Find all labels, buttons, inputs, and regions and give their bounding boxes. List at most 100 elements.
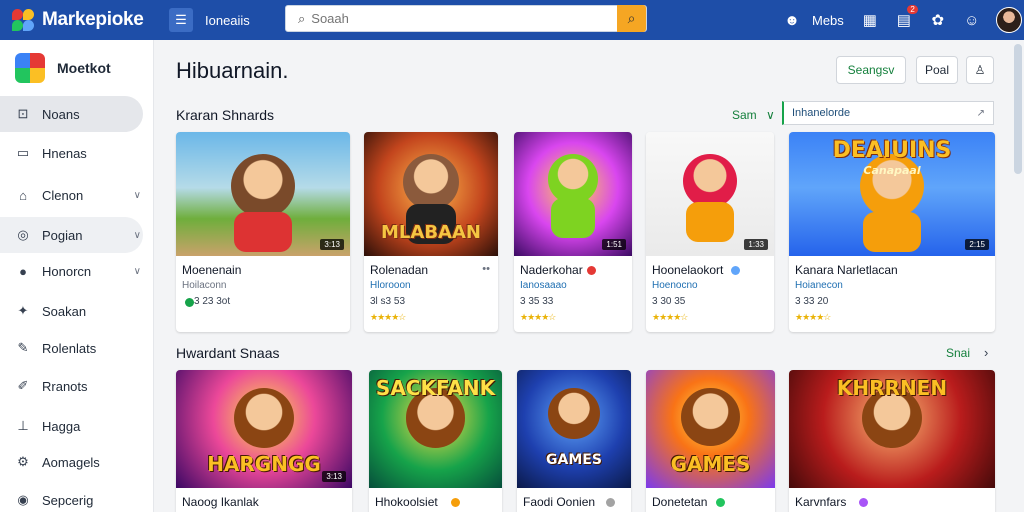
card-title[interactable]: Donetetan (652, 495, 707, 509)
wrench-icon: ✎ (17, 340, 29, 355)
sidebar-item-label: Clenon (42, 187, 84, 203)
character-body (550, 197, 596, 238)
product-card[interactable]: 1:33 Hoonelaokort Hoenocno 3 30 35 ★★★★☆ (646, 132, 774, 332)
card-title[interactable]: Hoonelaokort (652, 263, 723, 277)
chevron-down-icon[interactable]: ∨ (766, 108, 775, 122)
logo-icon (12, 9, 34, 31)
card-title[interactable]: Karvnfars (795, 495, 846, 509)
sidebar-item-label: Soakan (42, 303, 87, 319)
product-card[interactable]: GAMES Donetetan (646, 370, 775, 512)
expand-icon[interactable]: ↗ (977, 108, 985, 119)
chevron-down-icon[interactable]: ∨ (134, 266, 141, 277)
product-thumbnail[interactable]: SACKFANK (369, 370, 502, 488)
sidebar: Moetkot ⊡ Noans ▭ Hnenas ⌂ Clenon ∨ ◎ Pogian ∨ ● Ho… (0, 40, 154, 512)
card-title[interactable]: Kanara Narletlacan (795, 263, 898, 277)
product-card[interactable]: HARGNGG 3:13 Naoog Ikanlak (176, 370, 352, 512)
chart-icon[interactable]: ▦ (858, 11, 882, 29)
see-all-link-1[interactable]: Sam (732, 108, 757, 122)
product-thumbnail[interactable]: GAMES (646, 370, 775, 488)
sidebar-item[interactable]: ● Honorcn ∨ (0, 253, 143, 289)
magnifier-icon: ⌕ (627, 10, 636, 26)
card-title[interactable]: Moenenain (182, 263, 241, 277)
card-title[interactable]: Naoog Ikanlak (182, 495, 259, 509)
verified-badge-icon (605, 498, 615, 507)
sidebar-item[interactable]: ⊥ Hagga (0, 408, 143, 444)
product-thumbnail[interactable]: MLABAAN (364, 132, 498, 256)
rating-stars: ★★★★☆ (520, 312, 556, 322)
store-logo-icon (15, 52, 45, 83)
secondary-button[interactable]: Poal (916, 56, 958, 84)
sidebar-item-label: Aomagels (42, 454, 100, 470)
card-subtitle: Hoilaconn (182, 280, 227, 291)
account-button[interactable]: ♙ (966, 56, 994, 84)
product-thumbnail[interactable]: GAMES (517, 370, 631, 488)
chevron-down-icon[interactable]: ∨ (134, 230, 141, 241)
grid-menu-icon[interactable]: ☰ (169, 8, 193, 32)
sidebar-item-label: Sepcerig (42, 492, 94, 508)
card-subtitle: Hoenocno (652, 280, 698, 291)
card-title[interactable]: Hhokoolsiet (375, 495, 438, 509)
rating-stars: ★★★★☆ (652, 312, 688, 322)
product-card[interactable]: 1:51 Naderkohar Ianosaaao 3 35 33 ★★★★☆ (514, 132, 632, 332)
thumbnail-banner-text: KHRRNEN (836, 376, 948, 400)
card-subtitle: Hlorooon (370, 280, 411, 291)
search-input[interactable] (311, 11, 612, 26)
sidebar-item[interactable]: ⚙ Aomagels (0, 444, 143, 480)
sidebar-item-label: Rolenlats (42, 340, 97, 356)
product-thumbnail[interactable]: 1:51 (514, 132, 632, 256)
character-illustration (548, 388, 600, 440)
product-thumbnail[interactable]: 3:13 (176, 132, 350, 256)
sidebar-item[interactable]: ▭ Hnenas (0, 135, 143, 171)
sidebar-item[interactable]: ✎ Rolenlats (0, 330, 143, 366)
filter-input[interactable]: Inhanelorde ↗ (782, 101, 994, 125)
product-card[interactable]: SACKFANK Hhokoolsiet (369, 370, 502, 512)
search-button[interactable]: ⌕ (617, 5, 646, 32)
chevron-right-icon[interactable]: › (984, 345, 988, 360)
section-title-1: Kraran Shnards (176, 107, 275, 123)
notification-icon[interactable]: ▤ 2 (892, 5, 918, 29)
sidebar-item[interactable]: ✐ Rranots (0, 368, 143, 404)
cloud-icon: ◎ (17, 227, 29, 242)
chevron-down-icon[interactable]: ∨ (134, 190, 141, 201)
thumbnail-banner-text: GAMES (670, 452, 751, 476)
more-options-icon[interactable]: •• (482, 263, 490, 275)
sidebar-item[interactable]: ◉ Sepcerig (0, 482, 143, 512)
nav-link[interactable]: Ioneaiis (205, 13, 285, 28)
product-thumbnail[interactable]: DEAIUINS Canapaal 2:15 (789, 132, 995, 256)
card-price: 3 23 3ot (194, 296, 231, 307)
sidebar-item[interactable]: ◎ Pogian ∨ (0, 217, 143, 253)
top-right-actions: ☻ Mebs ▦ ▤ 2 ✿ ☺ (780, 0, 1022, 40)
product-card[interactable]: DEAIUINS Canapaal 2:15 Kanara Narletlacan Ho… (789, 132, 995, 332)
product-card[interactable]: MLABAAN Rolenadan •• Hlorooon 3l s3 53 ★★★★☆ (364, 132, 498, 332)
card-title[interactable]: Faodi Oonien (523, 495, 595, 509)
user-label[interactable]: Mebs (812, 13, 844, 28)
sidebar-item[interactable]: ⊡ Noans (0, 96, 143, 132)
card-title[interactable]: Rolenadan (370, 263, 428, 277)
see-all-link-2[interactable]: Snai (946, 346, 970, 360)
duration-badge: 3:13 (320, 239, 344, 250)
app-logo[interactable]: Markepioke (12, 9, 162, 31)
product-card[interactable]: 3:13 Moenenain Hoilaconn 3 23 3ot (176, 132, 350, 332)
product-thumbnail[interactable]: HARGNGG 3:13 (176, 370, 352, 488)
thumbnail-banner-text: MLABAAN (381, 222, 481, 243)
sidebar-item[interactable]: ⌂ Clenon ∨ (0, 177, 143, 213)
sidebar-item-label: Rranots (42, 378, 88, 394)
verified-badge-icon (715, 498, 725, 507)
product-thumbnail[interactable]: 1:33 (646, 132, 774, 256)
card-title[interactable]: Naderkohar (520, 263, 583, 277)
avatar[interactable] (995, 7, 1022, 33)
sidebar-item[interactable]: ✦ Soakan (0, 293, 143, 329)
character-illustration (548, 154, 598, 204)
scrollbar[interactable] (1014, 44, 1022, 174)
rating-stars: ★★★★☆ (370, 312, 406, 322)
sidebar-brand[interactable]: Moetkot (0, 40, 153, 95)
app-title: Markepioke (42, 9, 144, 30)
primary-button[interactable]: Seangsv (836, 56, 906, 84)
puzzle-icon[interactable]: ✿ (926, 11, 950, 29)
product-card[interactable]: KHRRNEN Karvnfars (789, 370, 995, 512)
smile-icon[interactable]: ☺ (960, 12, 984, 29)
user-icon[interactable]: ☻ (780, 12, 804, 29)
card-price: 3 35 33 (520, 296, 554, 307)
product-card[interactable]: GAMES Faodi Oonien (517, 370, 631, 512)
product-thumbnail[interactable]: KHRRNEN (789, 370, 995, 488)
